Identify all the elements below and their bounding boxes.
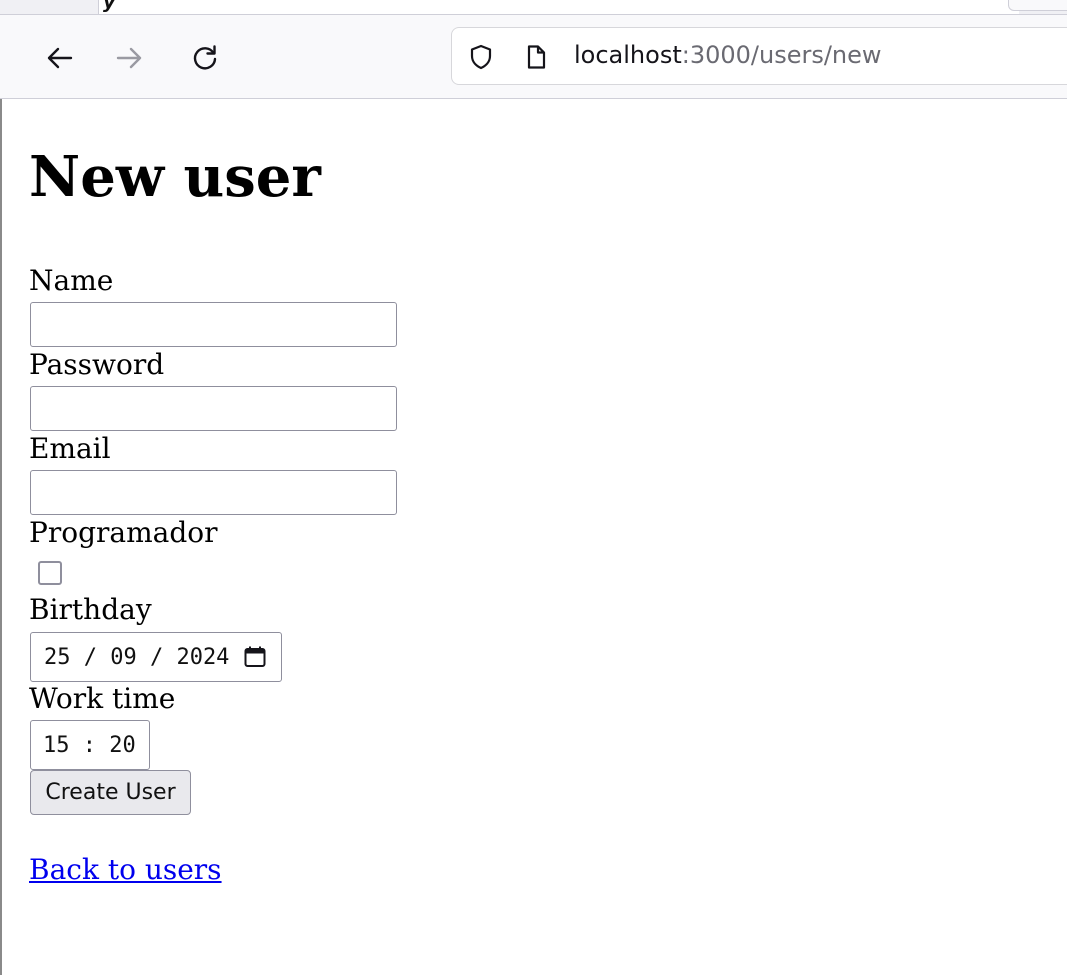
tab-overflow-button[interactable] [1008,0,1067,11]
birthday-label: Birthday [29,593,152,626]
arrow-right-icon [116,47,142,69]
forward-button[interactable] [113,41,147,75]
work-time-input[interactable]: 15 : 20 [30,720,150,770]
email-input[interactable] [30,470,397,515]
browser-window: y localhost:3000/users/new New user Name… [0,0,1067,975]
navigation-toolbar: localhost:3000/users/new [0,15,1067,99]
tab-strip: y [0,0,1067,15]
page-icon[interactable] [524,44,548,70]
tab-title: y [103,0,116,13]
address-bar[interactable]: localhost:3000/users/new [451,27,1067,85]
programador-checkbox[interactable] [38,561,62,585]
work-time-label: Work time [29,682,176,715]
password-label: Password [29,348,165,381]
active-tab[interactable]: y [98,0,1019,14]
reload-icon [193,45,217,70]
calendar-icon[interactable] [243,645,267,669]
password-input[interactable] [30,386,397,431]
page-viewport: New user Name Password Email Programador… [0,99,1067,975]
page-title: New user [29,144,321,210]
url-path: :3000/users/new [681,41,882,69]
back-to-users-link[interactable]: Back to users [29,854,222,886]
url-host: localhost [574,41,682,69]
name-input[interactable] [30,302,397,347]
birthday-value: 25 / 09 / 2024 [44,645,230,670]
email-label: Email [29,432,111,465]
work-time-value: 15 : 20 [43,733,136,758]
name-label: Name [29,264,114,297]
url-text[interactable]: localhost:3000/users/new [574,41,882,69]
arrow-left-icon [47,47,73,69]
create-user-button[interactable]: Create User [30,770,191,815]
programador-label: Programador [29,516,218,549]
reload-button[interactable] [188,41,222,75]
back-button[interactable] [42,41,76,75]
birthday-date-input[interactable]: 25 / 09 / 2024 [30,632,282,682]
shield-icon[interactable] [469,44,493,70]
